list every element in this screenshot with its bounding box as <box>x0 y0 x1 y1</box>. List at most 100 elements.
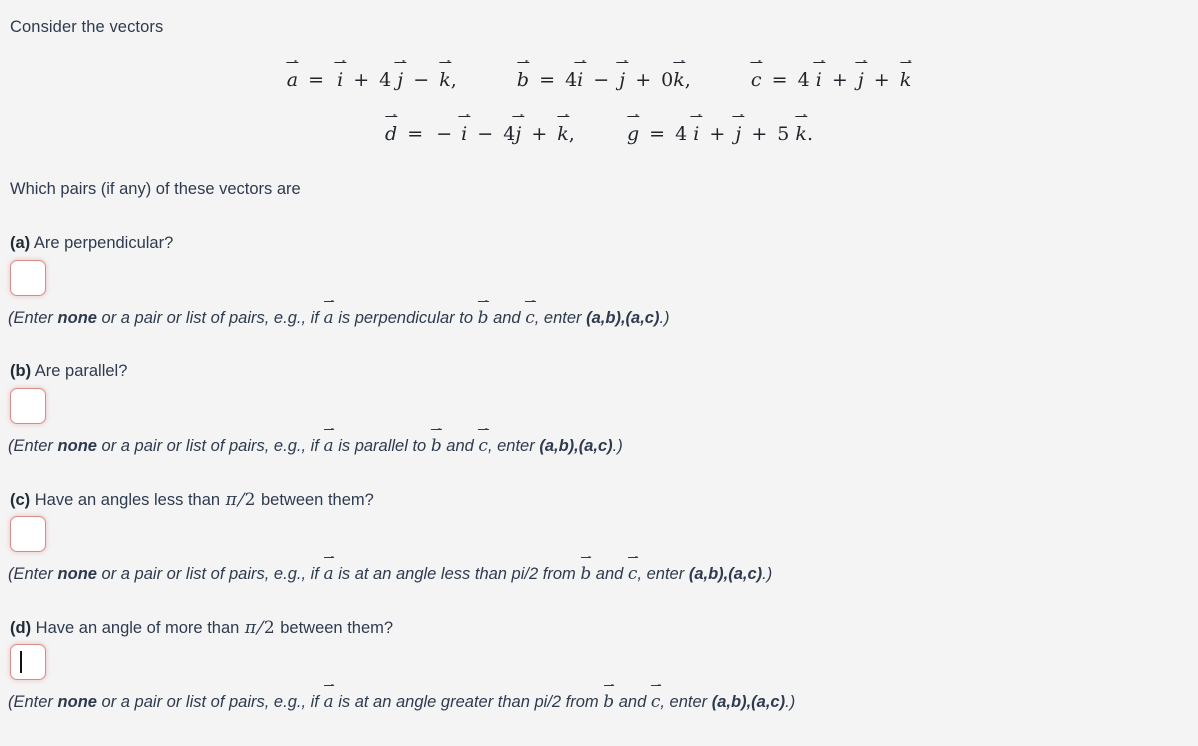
vector-g-symbol: g <box>626 123 640 145</box>
coefficient-4: 4 <box>565 69 578 91</box>
hint-vector-c: c <box>525 308 535 328</box>
part-b-label: (b) Are parallel? <box>10 362 127 381</box>
plus-sign: + <box>635 69 652 91</box>
part-d-label: (d) Have an angle of more than π/2 betwe… <box>10 618 393 638</box>
part-a-text: Are perpendicular? <box>33 234 174 252</box>
hint-close: .) <box>659 309 670 327</box>
hint-vector-a: a <box>323 692 334 712</box>
hint-example-pairs: (a,b),(a,c) <box>688 565 763 583</box>
part-a-hint: (Enter none or a pair or list of pairs, … <box>8 307 670 328</box>
minus-sign: − <box>413 69 430 91</box>
comma: , <box>684 69 691 91</box>
pi-over-two-symbol: π/2 <box>244 618 275 638</box>
plus-sign: + <box>831 69 848 91</box>
hint-example-pairs: (a,b),(a,c) <box>539 437 613 455</box>
equation-b: b = 4i − j + 0k, <box>517 68 691 91</box>
answer-input-c[interactable] <box>10 516 46 552</box>
unit-k: k <box>673 69 685 91</box>
hint-mid4: , enter <box>637 565 689 583</box>
coefficient-4: 4 <box>675 123 688 145</box>
plus-sign: + <box>751 123 768 145</box>
part-b-letter: (b) <box>10 362 32 380</box>
hint-vector-b: b <box>603 692 615 712</box>
hint-mid3: and <box>488 309 526 327</box>
answer-input-d[interactable] <box>10 644 46 680</box>
part-a-label: (a) Are perpendicular? <box>10 234 173 253</box>
minus-sign: − <box>477 123 494 145</box>
vector-d-symbol: d <box>385 123 398 145</box>
hint-none: none <box>57 437 97 455</box>
answer-input-a[interactable] <box>10 260 46 296</box>
intro-text: Consider the vectors <box>10 18 164 36</box>
equals-sign: = <box>771 69 788 91</box>
coefficient-4: 4 <box>379 69 392 91</box>
problem-page: Consider the vectors a = i + 4 j − k, b … <box>0 0 1198 746</box>
unit-k: k <box>439 69 451 91</box>
equals-sign: = <box>539 69 556 91</box>
hint-mid2: is at an angle less than pi/2 from <box>333 565 581 583</box>
comma: , <box>450 69 457 91</box>
comma: , <box>568 123 575 145</box>
vector-c-symbol: c <box>750 69 762 91</box>
unit-j: j <box>857 69 864 91</box>
hint-mid2: is perpendicular to <box>333 309 478 327</box>
hint-open: (Enter <box>8 437 58 455</box>
hint-none: none <box>57 565 97 583</box>
hint-mid1: or a pair or list of pairs, e.g., if <box>96 437 324 455</box>
hint-example-pairs: (a,b),(a,c) <box>586 309 660 327</box>
unit-i: i <box>693 123 700 145</box>
answer-input-b[interactable] <box>10 388 46 424</box>
main-question: Which pairs (if any) of these vectors ar… <box>10 180 301 198</box>
equation-d: d = − i − 4j + k, <box>385 122 575 145</box>
hint-mid1: or a pair or list of pairs, e.g., if <box>96 693 324 711</box>
part-a-letter: (a) <box>10 234 31 252</box>
equals-sign: = <box>308 69 325 91</box>
hint-vector-b: b <box>477 308 489 328</box>
unit-k: k <box>795 123 807 145</box>
plus-sign: + <box>353 69 370 91</box>
equation-c: c = 4 i + j + k <box>751 68 911 91</box>
hint-mid4: , enter <box>660 693 712 711</box>
equation-g: g = 4 i + j + 5 k. <box>627 122 813 145</box>
unit-i: i <box>815 69 822 91</box>
equals-sign: = <box>407 123 424 145</box>
coefficient-0: 0 <box>661 69 674 91</box>
unit-j: j <box>735 123 742 145</box>
hint-open: (Enter <box>8 309 58 327</box>
minus-sign: − <box>593 69 610 91</box>
part-d-text-before: Have an angle of more than <box>35 619 244 637</box>
hint-close: .) <box>612 437 623 455</box>
unit-k: k <box>899 69 912 91</box>
hint-mid3: and <box>591 565 628 583</box>
hint-mid4: , enter <box>487 437 540 455</box>
text-cursor <box>20 651 22 673</box>
coefficient-5: 5 <box>777 123 790 145</box>
hint-mid1: or a pair or list of pairs, e.g., if <box>96 309 324 327</box>
plus-sign: + <box>873 69 890 91</box>
hint-close: .) <box>785 693 796 711</box>
pi-over-two-symbol: π/2 <box>225 490 256 510</box>
part-d-hint: (Enter none or a pair or list of pairs, … <box>8 691 795 712</box>
part-c-label: (c) Have an angles less than π/2 between… <box>10 490 374 510</box>
hint-vector-a: a <box>323 308 334 328</box>
part-b-hint: (Enter none or a pair or list of pairs, … <box>8 435 623 456</box>
part-c-letter: (c) <box>10 491 31 509</box>
part-d-text-after: between them? <box>275 619 394 637</box>
hint-none: none <box>57 693 97 711</box>
hint-mid4: , enter <box>534 309 587 327</box>
hint-none: none <box>57 309 97 327</box>
unit-j: j <box>619 69 626 91</box>
part-d-letter: (d) <box>10 619 32 637</box>
part-b-text: Are parallel? <box>34 362 128 380</box>
part-c-hint: (Enter none or a pair or list of pairs, … <box>8 563 772 584</box>
hint-mid2: is parallel to <box>333 437 431 455</box>
unit-j: j <box>515 123 522 145</box>
coefficient-4: 4 <box>503 123 516 145</box>
plus-sign: + <box>531 123 548 145</box>
vector-definitions-line-2: d = − i − 4j + k, g = 4 i + j + 5 k. <box>0 122 1198 145</box>
unit-j: j <box>397 69 404 91</box>
unit-i: i <box>461 123 468 145</box>
period: . <box>806 123 813 145</box>
hint-vector-c: c <box>650 692 661 712</box>
hint-example-pairs: (a,b),(a,c) <box>711 693 786 711</box>
